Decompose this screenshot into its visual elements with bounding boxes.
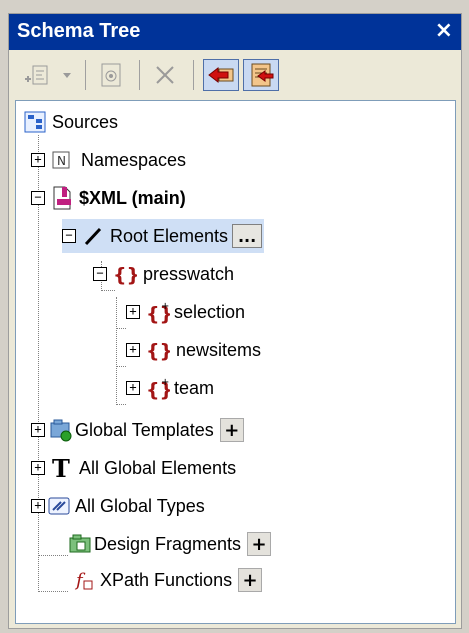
tree-item-label: Sources (52, 111, 119, 132)
tree-item-xml-main[interactable]: − $XML (main) (31, 181, 186, 215)
element-icon: {} (146, 339, 170, 361)
tree-item-root-elements[interactable]: − Root Elements ... (62, 219, 265, 253)
back-icon (208, 66, 234, 84)
add-global-template-button[interactable]: + (219, 418, 244, 442)
close-button[interactable]: × (435, 18, 453, 43)
tree-item-namespaces[interactable]: + N Namespaces (31, 143, 186, 177)
collapse-toggle[interactable]: − (31, 191, 45, 205)
dropdown-icon (63, 73, 71, 78)
global-types-icon (47, 495, 71, 517)
collapse-toggle[interactable]: − (93, 267, 107, 281)
tree-item-sources[interactable]: Sources (24, 105, 118, 139)
tree-item-label: selection (174, 301, 246, 322)
svg-text:+: + (161, 377, 169, 388)
tree-item-label: All Global Elements (79, 457, 237, 478)
tree-item-label: team (174, 377, 215, 398)
expand-toggle[interactable]: + (126, 381, 140, 395)
svg-text:{}: {} (146, 340, 170, 361)
toolbar-separator (139, 60, 140, 90)
forward-icon (251, 63, 274, 87)
tree-connector (38, 591, 68, 592)
toolbar (9, 50, 461, 100)
tree-item-all-global-types[interactable]: + All Global Types (31, 489, 205, 523)
root-elements-icon (82, 225, 104, 247)
expand-toggle[interactable]: + (31, 423, 45, 437)
toolbar-separator (193, 60, 194, 90)
insert-fragment-icon (101, 63, 121, 87)
tree-item-label: newsitems (176, 339, 262, 360)
expand-toggle[interactable]: + (126, 343, 140, 357)
back-button[interactable] (203, 59, 239, 91)
forward-button[interactable] (243, 59, 279, 91)
tree-item-label: XPath Functions (100, 569, 233, 590)
global-elements-icon: T (51, 456, 73, 480)
tree-item-label: $XML (main) (79, 187, 186, 208)
svg-text:T: T (52, 456, 70, 480)
tree-item-selection[interactable]: + {}+ selection (126, 295, 245, 329)
element-icon: {} (113, 263, 137, 285)
schema-tree: Sources + N Namespaces − $XML (main) − R… (15, 100, 456, 624)
element-repeating-icon: {}+ (146, 376, 170, 400)
delete-button[interactable] (147, 59, 183, 91)
schema-tree-window: Schema Tree × Sources + N Namespaces − $… (8, 13, 462, 629)
global-templates-icon (49, 418, 73, 442)
tree-connector (116, 404, 126, 405)
collapse-toggle[interactable]: − (62, 229, 76, 243)
add-element-button[interactable] (21, 59, 55, 91)
design-fragments-icon (68, 533, 92, 555)
tree-item-team[interactable]: + {}+ team (126, 371, 214, 405)
tree-item-label: All Global Types (75, 495, 205, 516)
tree-connector (38, 555, 68, 556)
tree-item-all-global-elements[interactable]: + T All Global Elements (31, 451, 236, 485)
add-xpath-function-button[interactable]: + (238, 568, 263, 592)
expand-toggle[interactable]: + (31, 153, 45, 167)
tree-item-label: Root Elements (110, 225, 229, 246)
tree-connector (116, 297, 117, 405)
toolbar-separator (85, 60, 86, 90)
svg-text:N: N (57, 154, 66, 168)
svg-text:{}: {} (113, 264, 137, 285)
svg-text:+: + (161, 301, 169, 312)
title-bar: Schema Tree × (9, 14, 461, 50)
tree-connector (116, 366, 126, 367)
tree-item-xpath-functions[interactable]: f XPath Functions + (68, 563, 263, 597)
root-elements-options-button[interactable]: ... (232, 224, 263, 248)
tree-item-presswatch[interactable]: − {} presswatch (93, 257, 234, 291)
tree-item-label: Namespaces (81, 149, 187, 170)
xml-document-icon (51, 185, 73, 211)
expand-toggle[interactable]: + (31, 461, 45, 475)
tree-item-label: presswatch (143, 263, 235, 284)
tree-connector (116, 328, 126, 329)
xpath-functions-icon: f (74, 568, 94, 592)
tree-item-newsitems[interactable]: + {} newsitems (126, 333, 261, 367)
add-design-fragment-button[interactable]: + (247, 532, 272, 556)
add-element-dropdown[interactable] (59, 59, 75, 91)
window-title: Schema Tree (17, 20, 141, 42)
delete-icon (156, 66, 174, 84)
namespaces-icon: N (51, 150, 71, 170)
sources-icon (24, 111, 46, 133)
expand-toggle[interactable]: + (126, 305, 140, 319)
tree-item-label: Design Fragments (94, 533, 242, 554)
element-repeating-icon: {}+ (146, 300, 170, 324)
tree-item-design-fragments[interactable]: Design Fragments + (68, 527, 272, 561)
tree-item-label: Global Templates (75, 419, 214, 440)
expand-toggle[interactable]: + (31, 499, 45, 513)
tree-item-global-templates[interactable]: + Global Templates + (31, 413, 244, 447)
add-element-icon (25, 65, 48, 85)
insert-fragment-button[interactable] (93, 59, 129, 91)
